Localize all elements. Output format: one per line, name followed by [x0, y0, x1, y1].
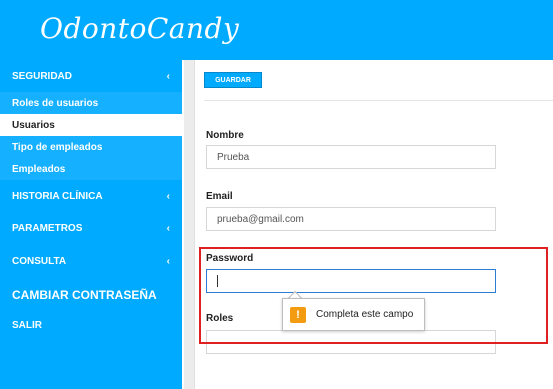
email-label: Email: [206, 191, 233, 202]
save-button[interactable]: GUARDAR: [204, 72, 262, 88]
sidebar-item-label: SEGURIDAD: [12, 70, 73, 82]
tooltip-message: Completa este campo: [316, 309, 414, 320]
sidebar-item-seguridad[interactable]: SEGURIDAD ‹: [0, 60, 182, 92]
warning-icon: !: [290, 306, 306, 323]
sidebar-item-historia-clinica[interactable]: HISTORIA CLÍNICA ‹: [0, 182, 182, 210]
sidebar-item-label: CONSULTA: [12, 255, 67, 267]
sidebar-item-label: SALIR: [12, 319, 42, 331]
sidebar-subitem-tipo-de-empleados[interactable]: Tipo de empleados: [0, 136, 182, 158]
sidebar-subitem-label: Empleados: [12, 163, 66, 175]
sidebar-item-parametros[interactable]: PARAMETROS ‹: [0, 214, 182, 242]
sidebar-item-label: CAMBIAR CONTRASEÑA: [12, 288, 157, 302]
sidebar-subitem-roles-de-usuarios[interactable]: Roles de usuarios: [0, 92, 182, 114]
email-value: prueba@gmail.com: [217, 213, 304, 225]
email-field[interactable]: prueba@gmail.com: [206, 207, 496, 231]
nombre-label: Nombre: [206, 130, 244, 141]
sidebar-item-salir[interactable]: SALIR: [0, 312, 182, 338]
sidebar-subitem-empleados[interactable]: Empleados: [0, 158, 182, 180]
sidebar-subitem-label: Tipo de empleados: [12, 141, 103, 153]
sidebar-item-label: HISTORIA CLÍNICA: [12, 190, 103, 202]
sidebar-subitem-usuarios[interactable]: Usuarios: [0, 114, 182, 136]
nombre-field[interactable]: Prueba: [206, 145, 496, 169]
sidebar-item-label: PARAMETROS: [12, 222, 83, 234]
nombre-value: Prueba: [217, 151, 250, 163]
sidebar-subitem-label: Usuarios: [12, 119, 55, 131]
sidebar-subitem-label: Roles de usuarios: [12, 97, 99, 109]
chevron-left-icon: ‹: [166, 255, 170, 267]
validation-tooltip: ! Completa este campo: [282, 298, 425, 331]
chevron-left-icon: ‹: [166, 222, 170, 234]
chevron-left-icon: ‹: [166, 190, 170, 202]
sidebar-item-cambiar-contrasena[interactable]: CAMBIAR CONTRASEÑA: [0, 280, 182, 310]
app-logo: OdontoCandy: [40, 12, 240, 45]
sidebar-item-consulta[interactable]: CONSULTA ‹: [0, 247, 182, 275]
top-bar: OdontoCandy: [0, 0, 553, 60]
divider: [204, 100, 553, 101]
chevron-left-icon: ‹: [166, 70, 170, 82]
